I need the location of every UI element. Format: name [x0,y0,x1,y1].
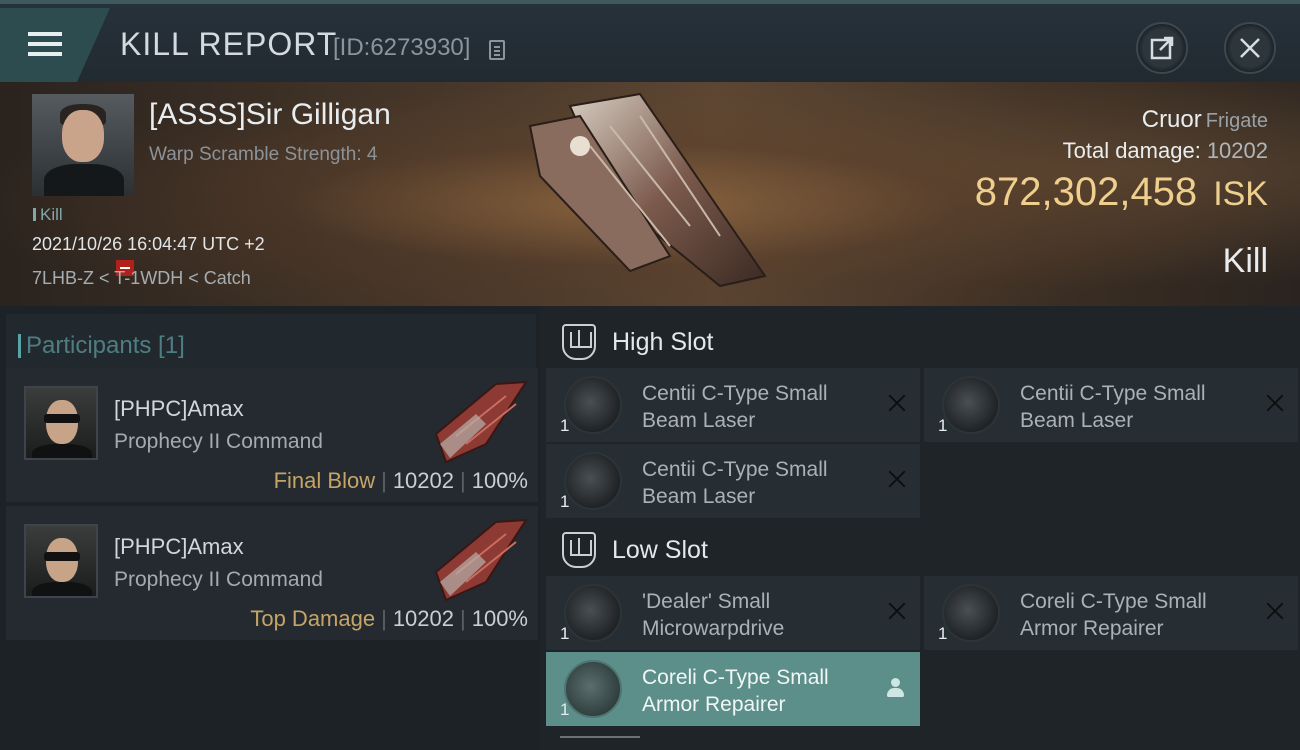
item-name: Centii C-Type Small Beam Laser [642,382,828,432]
copy-icon[interactable] [489,40,505,60]
laser-icon [564,452,622,510]
separator: | [381,606,387,631]
kill-result: Kill [1222,242,1268,280]
item-quantity: 1 [560,492,570,511]
fitting-item[interactable]: 1 Coreli C-Type Small Armor Repairer [924,576,1298,650]
participant-name[interactable]: [PHPC]Amax [114,396,244,422]
victim-banner: [ASSS]Sir Gilligan Warp Scramble Strengt… [0,82,1300,306]
victim-name[interactable]: [ASSS]Sir Gilligan [149,98,391,132]
remove-icon [888,470,906,488]
total-damage-value: 10202 [1206,138,1268,163]
slot-icon [562,324,596,360]
participant-damage: 10202 [392,468,454,493]
participant-role: Final Blow [273,468,376,493]
fitting-item[interactable]: 1 Centii C-Type Small Beam Laser [546,444,920,518]
person-icon [886,678,906,698]
close-button[interactable] [1224,22,1276,74]
participant-role: Top Damage [250,606,376,631]
item-quantity: 1 [560,700,570,719]
item-quantity: 1 [938,624,948,643]
close-icon [1240,38,1260,58]
warp-scramble-strength: Warp Scramble Strength: 4 [149,144,378,165]
remove-icon [1266,394,1284,412]
fitting-item[interactable]: 1 Centii C-Type Small Beam Laser [546,368,920,442]
laser-icon [564,376,622,434]
isk-amount: 872,302,458 [974,170,1198,214]
victim-portrait[interactable] [32,94,134,196]
participants-title: Participants [1] [18,332,185,359]
isk-value: 872,302,458 ISK [975,170,1268,215]
item-quantity: 1 [560,624,570,643]
item-name: Coreli C-Type Small Armor Repairer [642,666,829,716]
kill-tag: Kill [33,205,63,225]
participant-ship-image[interactable] [426,374,536,466]
item-name: Centii C-Type Small Beam Laser [642,458,828,508]
item-name: 'Dealer' Small Microwarpdrive [642,590,785,640]
participant-ship-image[interactable] [426,512,536,604]
share-button[interactable] [1136,22,1188,74]
low-slot-title: Low Slot [612,536,708,564]
kill-location: 7LHB-Z < T-1WDH < Catch [32,268,251,288]
item-name: Coreli C-Type Small Armor Repairer [1020,590,1207,640]
participants-header: Participants [1] [6,314,536,370]
high-slot-header: High Slot [548,312,1300,368]
share-icon [1150,36,1174,60]
item-quantity: 1 [938,416,948,435]
total-damage-label: Total damage: [1062,138,1201,163]
microwarpdrive-icon [564,584,622,642]
participant-card[interactable]: [PHPC]Amax Prophecy II Command Top Damag… [6,506,538,640]
participant-avatar[interactable] [24,386,98,460]
fittings-panel: High Slot 1 Centii C-Type Small Beam Las… [540,306,1300,750]
page-title: KILL REPORT [120,26,338,62]
title-bar: KILL REPORT [ID:6273930] [0,0,1300,82]
participant-percent: 100% [471,606,528,631]
participants-panel: Participants [1] [PHPC]Amax Prophecy II … [0,306,540,750]
participant-damage: 10202 [392,606,454,631]
victim-ship: Cruor Frigate [1142,106,1268,134]
fitting-item-selected[interactable]: 1 Coreli C-Type Small Armor Repairer [546,652,920,726]
slot-icon [562,532,596,568]
separator: | [381,468,387,493]
kill-datetime: 2021/10/26 16:04:47 UTC +2 [32,234,265,254]
remove-icon [888,602,906,620]
separator: | [460,468,466,493]
laser-icon [942,376,1000,434]
separator: | [460,606,466,631]
isk-unit: ISK [1213,175,1268,213]
participant-card[interactable]: [PHPC]Amax Prophecy II Command Final Blo… [6,368,538,502]
participant-name[interactable]: [PHPC]Amax [114,534,244,560]
participant-stats: Top Damage | 10202 | 100% [250,606,528,632]
ship-name[interactable]: Cruor [1142,106,1202,133]
fitting-item[interactable]: 1 'Dealer' Small Microwarpdrive [546,576,920,650]
participant-stats: Final Blow | 10202 | 100% [274,468,528,494]
item-quantity: 1 [560,416,570,435]
report-id: [ID:6273930] [333,34,471,61]
participant-ship: Prophecy II Command [114,568,323,591]
next-slot-header-peek [560,736,640,750]
victim-ship-image[interactable] [520,86,790,296]
participant-avatar[interactable] [24,524,98,598]
item-name: Centii C-Type Small Beam Laser [1020,382,1206,432]
low-slot-header: Low Slot [548,520,1300,576]
ship-class: Frigate [1205,110,1268,132]
menu-button[interactable] [0,8,110,82]
participant-percent: 100% [471,468,528,493]
fitting-item[interactable]: 1 Centii C-Type Small Beam Laser [924,368,1298,442]
armor-repairer-icon [564,660,622,718]
high-slot-title: High Slot [612,328,714,356]
total-damage: Total damage: 10202 [1063,138,1268,164]
armor-repairer-icon [942,584,1000,642]
remove-icon [1266,602,1284,620]
remove-icon [888,394,906,412]
participant-ship: Prophecy II Command [114,430,323,453]
